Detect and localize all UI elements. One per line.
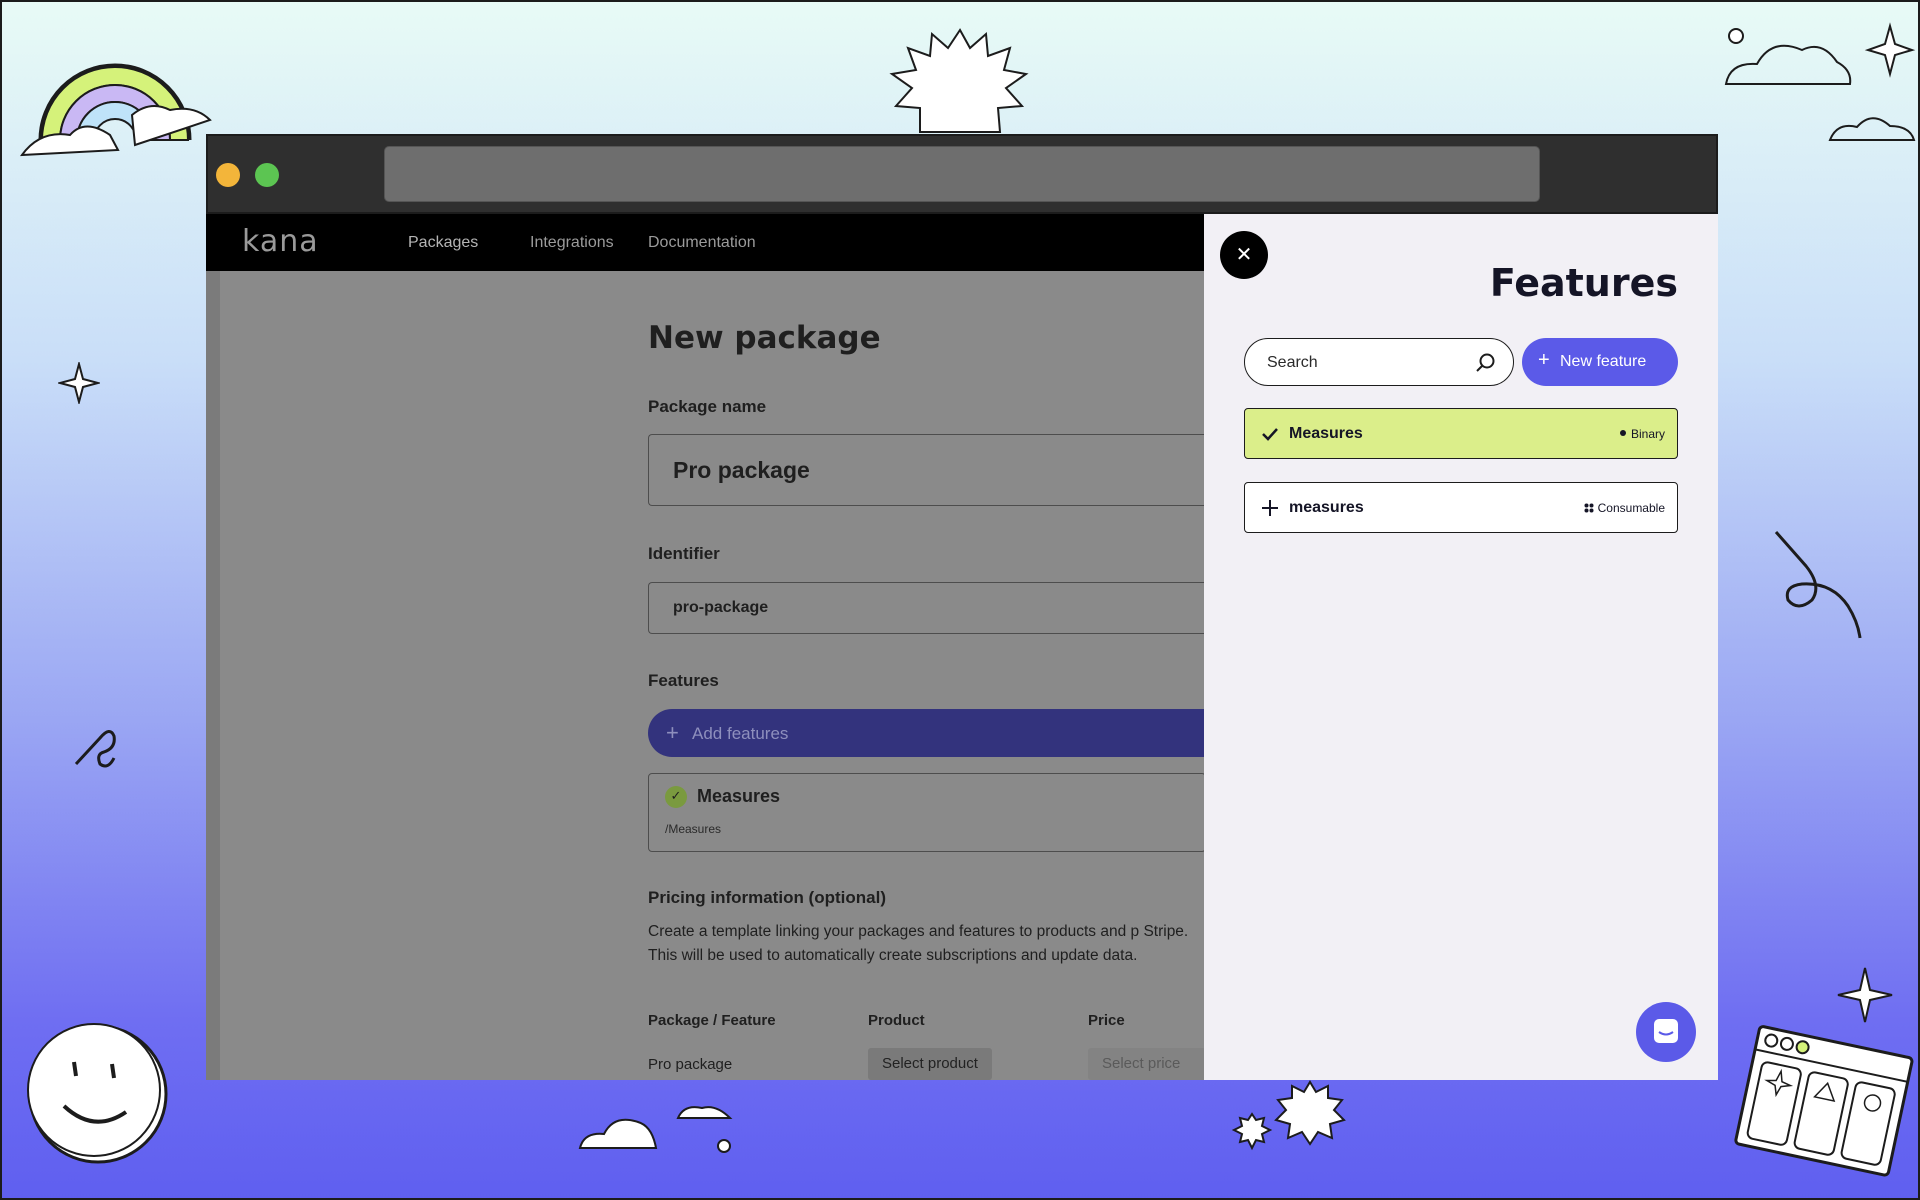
nav-link-integrations[interactable]: Integrations bbox=[530, 234, 614, 252]
add-features-label: Add features bbox=[692, 724, 789, 743]
plus-icon: + bbox=[1538, 349, 1550, 371]
identifier-label: Identifier bbox=[648, 544, 720, 563]
identifier-value: pro-package bbox=[673, 599, 769, 616]
pricing-row-name: Pro package bbox=[648, 1056, 733, 1073]
search-input[interactable] bbox=[1267, 351, 1467, 375]
identifier-field[interactable]: pro-package bbox=[648, 582, 1206, 634]
pricing-description: Create a template linking your packages … bbox=[648, 923, 1189, 964]
plus-icon: + bbox=[666, 720, 679, 745]
new-feature-button[interactable]: + New feature bbox=[1522, 338, 1678, 386]
check-icon: ✓ bbox=[665, 786, 687, 808]
kana-logo[interactable]: kana bbox=[242, 224, 319, 259]
mini-window-decoration bbox=[1734, 1025, 1914, 1177]
browser-titlebar bbox=[206, 134, 1718, 214]
feature-card-name: Measures bbox=[697, 786, 781, 806]
feature-item-measures-consumable[interactable]: measures Consumable bbox=[1244, 482, 1678, 533]
cloud-decoration-bottom bbox=[578, 1106, 733, 1153]
plus-icon bbox=[1262, 500, 1278, 516]
sidebar-edge bbox=[206, 271, 220, 1080]
feature-item-measures-binary[interactable]: Measures Binary bbox=[1244, 408, 1678, 459]
new-feature-label: New feature bbox=[1560, 353, 1647, 370]
add-features-button[interactable]: + Add features bbox=[648, 709, 1206, 757]
cloud-decoration bbox=[1724, 22, 1916, 141]
chat-icon bbox=[1654, 1019, 1678, 1043]
selected-feature-card[interactable]: ✓ Measures /Measures bbox=[648, 773, 1206, 852]
column-header-price: Price bbox=[1088, 1012, 1125, 1029]
consumable-grid-icon bbox=[1584, 503, 1594, 513]
sparkle-icon-right bbox=[1837, 967, 1893, 1023]
binary-dot-icon bbox=[1619, 430, 1626, 436]
nav-link-documentation[interactable]: Documentation bbox=[648, 234, 756, 252]
close-panel-button[interactable]: ✕ bbox=[1220, 231, 1268, 279]
select-price-button[interactable]: Select price bbox=[1088, 1048, 1206, 1080]
chat-support-button[interactable] bbox=[1636, 1002, 1696, 1062]
rainbow-decoration bbox=[20, 63, 212, 157]
feature-item-label: measures bbox=[1289, 499, 1364, 516]
close-icon: ✕ bbox=[1235, 242, 1253, 266]
panel-title: Features bbox=[1489, 261, 1678, 305]
squiggle-decoration bbox=[74, 730, 116, 768]
search-icon[interactable] bbox=[1475, 352, 1497, 374]
feature-type-label: Binary bbox=[1630, 427, 1665, 441]
address-bar[interactable] bbox=[384, 146, 1540, 202]
select-product-button[interactable]: Select product bbox=[868, 1048, 992, 1080]
maximize-button[interactable] bbox=[255, 163, 279, 187]
squiggle-decoration-right bbox=[1774, 531, 1862, 639]
smiley-decoration bbox=[27, 1023, 168, 1164]
feature-card-path: /Measures bbox=[665, 822, 722, 836]
feature-type-label: Consumable bbox=[1597, 501, 1665, 515]
star-burst-decoration-bottom bbox=[1231, 1080, 1346, 1151]
search-box[interactable] bbox=[1244, 338, 1514, 386]
pricing-label: Pricing information (optional) bbox=[648, 888, 886, 907]
package-name-field[interactable]: Pro package bbox=[648, 434, 1206, 506]
feature-item-label: Measures bbox=[1289, 425, 1363, 442]
nav-link-packages[interactable]: Packages bbox=[408, 234, 478, 252]
column-header-product: Product bbox=[868, 1012, 925, 1029]
column-header-package: Package / Feature bbox=[648, 1012, 776, 1029]
package-name-label: Package name bbox=[648, 397, 767, 416]
page-title: New package bbox=[648, 320, 881, 356]
minimize-button[interactable] bbox=[216, 163, 240, 187]
features-panel: ✕ Features + New feature Measures Binary… bbox=[1204, 214, 1718, 1080]
features-label: Features bbox=[648, 671, 719, 690]
package-name-value: Pro package bbox=[673, 457, 810, 483]
feature-type-badge: Consumable bbox=[1584, 501, 1665, 515]
sparkle-icon bbox=[58, 362, 100, 404]
star-burst-decoration bbox=[889, 28, 1029, 133]
feature-type-badge: Binary bbox=[1619, 427, 1665, 441]
check-icon bbox=[1262, 428, 1278, 441]
